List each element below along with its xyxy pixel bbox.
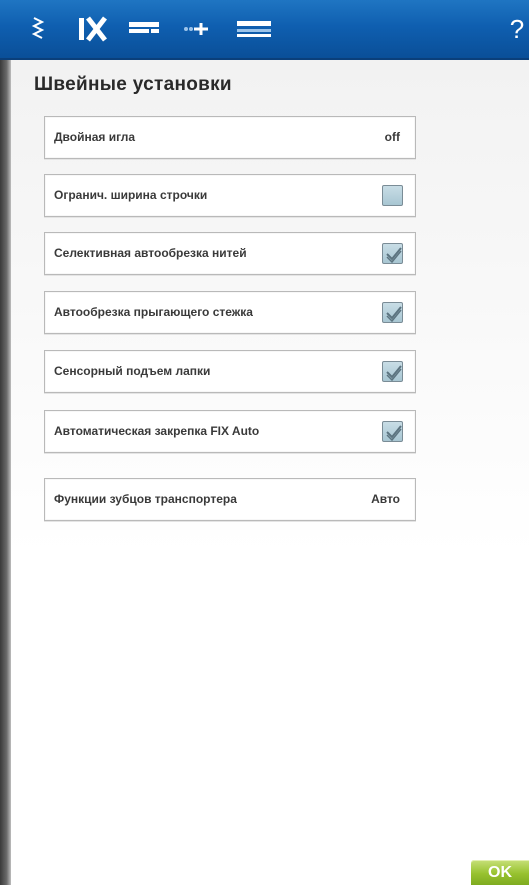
setting-value: Авто (371, 492, 400, 506)
setting-row-feed-dogs[interactable]: Функции зубцов транспортера Авто (44, 478, 416, 521)
setting-label: Функции зубцов транспортера (54, 492, 237, 506)
left-bezel (0, 0, 11, 885)
setting-label: Автообрезка прыгающего стежка (54, 305, 253, 319)
check-icon (386, 306, 402, 323)
checked-checkbox[interactable] (382, 243, 403, 264)
sewing-settings-screen: ? Швейные установки Двойная игла off Огр… (0, 0, 529, 885)
setting-value: off (384, 130, 400, 144)
setting-label: Огранич. ширина строчки (54, 188, 208, 202)
setting-label: Селективная автообрезка нитей (54, 246, 247, 260)
bobbin-icon[interactable] (234, 0, 274, 58)
ok-button[interactable]: OK (471, 860, 529, 885)
unchecked-checkbox[interactable] (382, 185, 403, 206)
checked-checkbox[interactable] (382, 302, 403, 323)
check-icon (386, 365, 402, 382)
checked-checkbox[interactable] (382, 421, 403, 442)
presser-foot-icon[interactable] (126, 0, 162, 58)
setting-label: Двойная игла (54, 130, 136, 144)
stitch-icon[interactable] (27, 0, 49, 58)
setting-row-stitch-width-limit[interactable]: Огранич. ширина строчки (44, 174, 416, 217)
setting-row-fix-auto[interactable]: Автоматическая закрепка FIX Auto (44, 410, 416, 453)
setting-label: Автоматическая закрепка FIX Auto (54, 424, 260, 438)
check-icon (386, 425, 402, 442)
setting-row-sensor-presser-foot[interactable]: Сенсорный подъем лапки (44, 350, 416, 393)
setting-row-double-needle[interactable]: Двойная игла off (44, 116, 416, 159)
setting-label: Сенсорный подъем лапки (54, 364, 211, 378)
fix-icon[interactable] (74, 0, 110, 58)
page-title: Швейные установки (34, 74, 232, 95)
setting-row-jump-stitch-trim[interactable]: Автообрезка прыгающего стежка (44, 291, 416, 334)
help-icon-glyph: ? (509, 13, 525, 44)
top-toolbar: ? (0, 0, 529, 60)
checked-checkbox[interactable] (382, 361, 403, 382)
thread-tension-icon[interactable] (181, 0, 211, 58)
help-icon[interactable]: ? (505, 0, 529, 58)
check-icon (386, 247, 402, 264)
setting-row-selective-thread-cutter[interactable]: Селективная автообрезка нитей (44, 232, 416, 275)
